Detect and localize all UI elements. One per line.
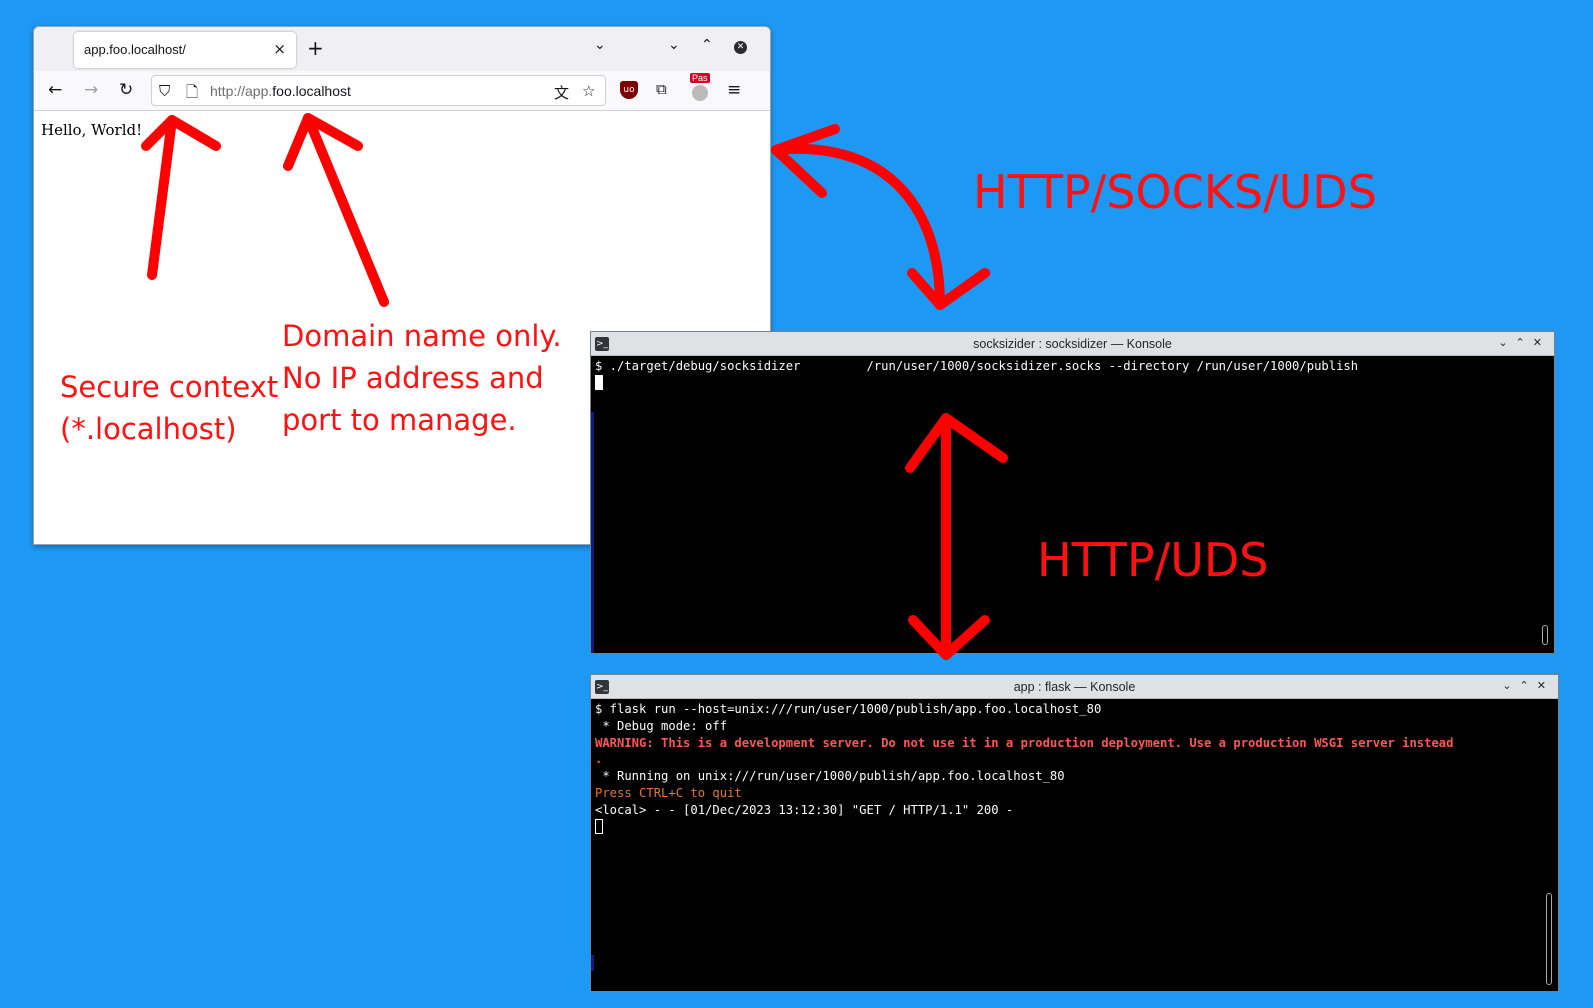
- scrollbar[interactable]: [1542, 625, 1548, 645]
- browser-tab[interactable]: app.foo.localhost/ ×: [74, 32, 296, 68]
- terminal-line: $ ./target/debug/socksidizer /run/user/1…: [595, 359, 1359, 373]
- page-icon[interactable]: 🗋: [186, 82, 198, 107]
- warning-line: WARNING: This is a development server. D…: [595, 735, 1454, 750]
- url-host: foo.localhost: [272, 83, 351, 99]
- minimize-icon[interactable]: ⌄: [668, 37, 680, 53]
- nav-bar: ← → ↻ ⛉ 🗋 http://app.foo.localhost 文 ☆ u…: [34, 71, 770, 111]
- terminal-line: $ flask run --host=unix:///run/user/1000…: [595, 702, 1102, 716]
- konsole-titlebar: >_ app : flask — Konsole ⌄⌃✕: [591, 675, 1558, 699]
- tab-bar: app.foo.localhost/ × + ⌄ ⌄ ⌃ ✕: [34, 27, 770, 71]
- terminal-cursor: [595, 374, 603, 390]
- konsole-socksidizer-window: >_ socksizider : socksidizer — Konsole ⌄…: [590, 331, 1555, 654]
- konsole-title: socksizider : socksidizer — Konsole: [973, 337, 1172, 351]
- annotation-domain-only: Domain name only. No IP address and port…: [282, 319, 562, 437]
- shield-icon[interactable]: ⛉: [159, 82, 170, 100]
- url-bar[interactable]: ⛉ 🗋 http://app.foo.localhost 文 ☆: [151, 75, 606, 106]
- terminal-line: * Debug mode: off: [595, 718, 728, 733]
- bookmark-star-icon[interactable]: ☆: [582, 82, 595, 100]
- tab-close-icon[interactable]: ×: [273, 40, 286, 58]
- menu-icon[interactable]: ≡: [727, 80, 741, 100]
- list-all-tabs-icon[interactable]: ⌄: [594, 37, 606, 53]
- annotation-http-socks-uds: HTTP/SOCKS/UDS: [973, 165, 1377, 219]
- extensions-icon[interactable]: ⧉: [656, 80, 667, 98]
- terminal-output[interactable]: $ ./target/debug/socksidizer /run/user/1…: [591, 356, 1554, 394]
- scrollbar[interactable]: [1546, 893, 1552, 985]
- translate-icon[interactable]: 文: [554, 82, 569, 103]
- url-text[interactable]: http://app.foo.localhost: [210, 83, 351, 99]
- konsole-titlebar: >_ socksizider : socksidizer — Konsole ⌄…: [591, 332, 1554, 356]
- page-text: Hello, World!: [41, 121, 143, 139]
- arrow-konsole-head: [907, 268, 990, 310]
- tab-title: app.foo.localhost/: [84, 42, 186, 57]
- page-content: Hello, World!: [34, 111, 770, 149]
- maximize-icon[interactable]: ⌃: [701, 37, 713, 53]
- konsole-flask-window: >_ app : flask — Konsole ⌄⌃✕ $ flask run…: [590, 674, 1559, 992]
- annotation-secure-context: Secure context (*.localhost): [60, 370, 279, 446]
- ublock-icon[interactable]: uo: [620, 81, 638, 99]
- pas-badge: Pas: [690, 73, 710, 83]
- arrow-browser-head: [771, 124, 840, 198]
- account-icon[interactable]: [692, 85, 708, 101]
- scroll-marker: [591, 412, 594, 653]
- terminal-cursor: [595, 818, 603, 834]
- terminal-output[interactable]: $ flask run --host=unix:///run/user/1000…: [591, 699, 1558, 837]
- konsole-title: app : flask — Konsole: [1013, 680, 1136, 694]
- arrow-browser-to-konsole: [771, 143, 945, 310]
- quit-hint-line: Press CTRL+C to quit: [595, 785, 742, 800]
- window-controls[interactable]: ⌄⌃✕: [1498, 336, 1550, 349]
- access-log-line: <local> - - [01/Dec/2023 13:12:30] "GET …: [595, 802, 1014, 817]
- scroll-marker: [591, 955, 594, 971]
- url-scheme: http://app.: [210, 83, 273, 99]
- window-close-icon[interactable]: ✕: [734, 41, 747, 54]
- back-icon[interactable]: ←: [48, 80, 62, 100]
- warning-line-wrap: .: [595, 752, 603, 767]
- terminal-line: * Running on unix:///run/user/1000/publi…: [595, 769, 1065, 784]
- forward-icon[interactable]: →: [84, 80, 98, 100]
- annotation-http-uds: HTTP/UDS: [1037, 533, 1269, 587]
- reload-icon[interactable]: ↻: [119, 80, 133, 100]
- window-controls[interactable]: ⌄⌃✕: [1502, 679, 1554, 692]
- new-tab-button[interactable]: +: [307, 36, 324, 60]
